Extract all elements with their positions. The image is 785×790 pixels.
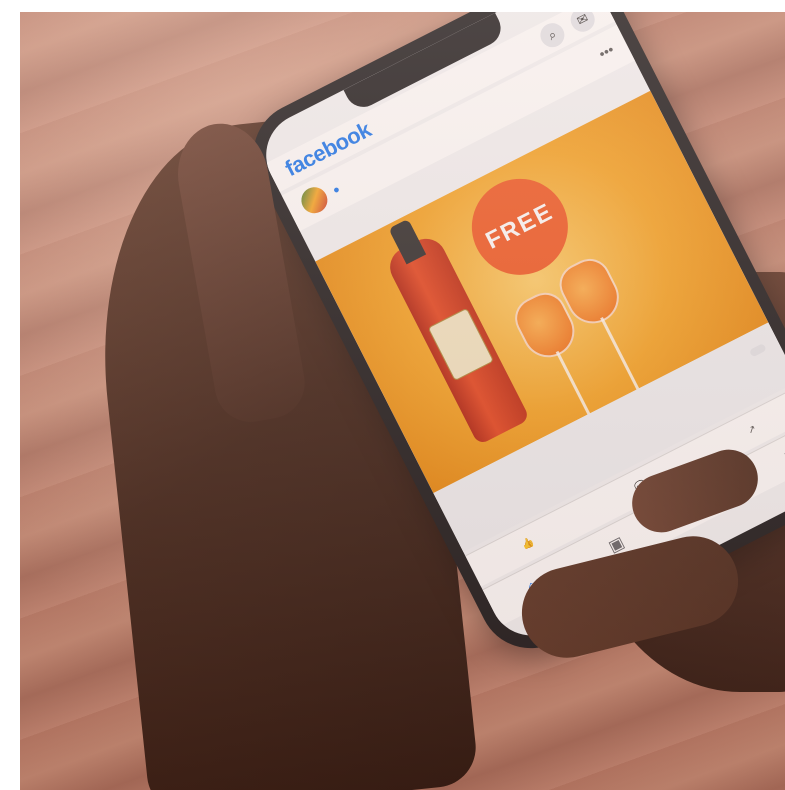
bottle-graphic <box>383 231 531 446</box>
like-icon: 👍 <box>519 535 536 552</box>
cta-button[interactable] <box>748 343 767 358</box>
ad-cta-strip <box>433 322 785 552</box>
glass-graphic <box>552 251 628 333</box>
like-button[interactable]: 👍 <box>520 534 540 551</box>
cta-description <box>449 336 759 494</box>
comment-icon: 💬 <box>632 478 649 494</box>
more-options-icon[interactable]: ••• <box>596 41 616 62</box>
ad-image[interactable]: FREE <box>315 90 769 494</box>
phone-screen: facebook ⌕ ✉ ● ••• FREE 👍 💬 ↗ ⌂ ▣ ☺ ♪ <box>251 12 785 650</box>
glass-stem-graphic <box>555 350 595 424</box>
right-thumb <box>624 441 766 541</box>
smartphone: facebook ⌕ ✉ ● ••• FREE 👍 💬 ↗ ⌂ ▣ ☺ ♪ <box>235 12 785 667</box>
page-avatar[interactable] <box>296 182 332 218</box>
cta-small-text <box>449 336 759 494</box>
bottom-tab-bar: ⌂ ▣ ☺ ♪ <box>482 418 785 626</box>
post-meta <box>337 196 343 199</box>
watch-tab-icon[interactable]: ▣ <box>605 532 628 557</box>
glass-graphic <box>507 285 584 367</box>
phone-notch <box>343 12 507 114</box>
share-icon: ↗ <box>745 422 759 437</box>
page-name[interactable] <box>330 184 336 196</box>
post-header: ● ••• <box>281 24 635 232</box>
messenger-icon[interactable]: ✉ <box>566 12 599 36</box>
left-thumb <box>169 116 311 428</box>
home-tab-icon[interactable]: ⌂ <box>524 577 541 597</box>
cta-title <box>449 336 759 494</box>
right-fingers <box>512 526 748 668</box>
groups-tab-icon[interactable]: ☺ <box>692 489 715 512</box>
post-actions: 👍 💬 ↗ <box>465 384 785 587</box>
free-badge-title: FREE <box>481 198 558 255</box>
facebook-topbar: facebook ⌕ ✉ <box>265 12 615 192</box>
post-text <box>311 63 621 221</box>
notifications-tab-icon[interactable]: ♪ <box>779 448 785 468</box>
glass-stem-graphic <box>600 316 640 390</box>
left-hand <box>80 106 480 790</box>
topbar-icons: ⌕ ✉ <box>536 12 599 52</box>
bottle-neck-graphic <box>388 218 427 265</box>
comment-button[interactable]: 💬 <box>632 477 653 494</box>
search-icon[interactable]: ⌕ <box>536 19 569 52</box>
free-badge: FREE <box>455 162 585 292</box>
share-button[interactable]: ↗ <box>745 421 762 437</box>
verified-icon: ● <box>330 183 343 197</box>
facebook-logo: facebook <box>280 116 375 182</box>
bottle-label-graphic <box>427 307 495 382</box>
right-hand <box>580 272 785 692</box>
photo-background: facebook ⌕ ✉ ● ••• FREE 👍 💬 ↗ ⌂ ▣ ☺ ♪ <box>20 12 785 790</box>
